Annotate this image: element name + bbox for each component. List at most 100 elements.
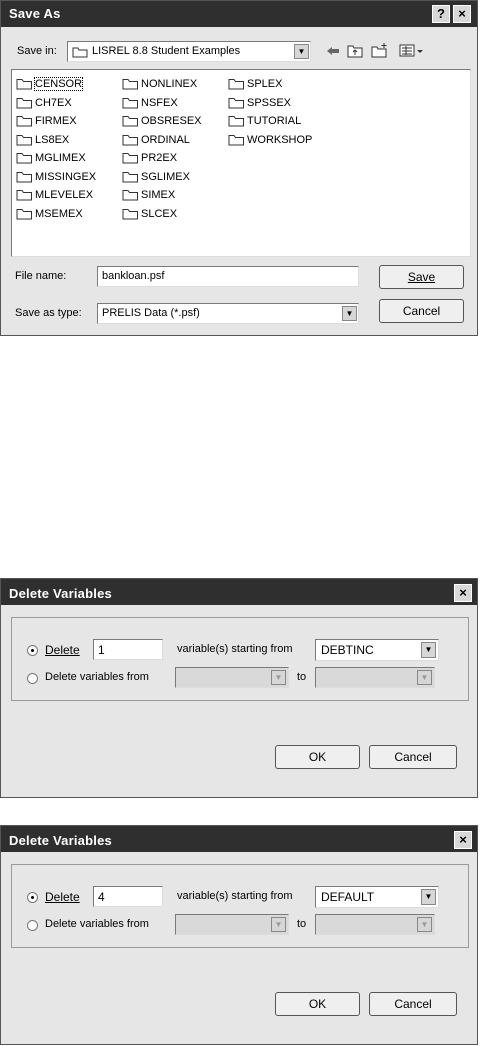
range-to-select[interactable]: ▼ [315,667,435,688]
delete-count-radio[interactable] [27,645,38,656]
range-to-select[interactable]: ▼ [315,914,435,935]
folder-item[interactable]: MISSINGEX [16,169,96,185]
folder-item[interactable]: CENSOR [16,76,84,92]
chevron-down-icon[interactable]: ▼ [271,917,286,932]
title-bar[interactable]: Delete Variables × [1,579,477,605]
chevron-down-icon[interactable]: ▼ [421,889,436,905]
folder-item[interactable]: SPLEX [228,76,282,92]
cancel-button[interactable]: Cancel [369,992,457,1016]
delete-range-radio[interactable] [27,920,38,931]
dialog-title: Delete Variables [9,586,112,601]
to-label: to [297,671,307,683]
folder-item[interactable]: MSEMEX [16,206,83,222]
close-button[interactable]: × [454,831,472,849]
folder-icon [122,79,138,90]
help-button[interactable]: ? [432,5,450,23]
folder-icon [228,116,244,127]
title-bar[interactable]: Delete Variables × [1,826,477,852]
starting-from-label: variable(s) starting from [177,643,293,655]
file-name-value: bankloan.psf [102,270,165,282]
chevron-down-icon[interactable]: ▼ [342,306,357,321]
folder-name: TUTORIAL [247,115,302,127]
save-in-label: Save in: [17,45,57,57]
count-field[interactable]: 4 [93,886,163,907]
file-list[interactable]: CENSOR CH7EX FIRMEX LS8EX MGLIMEX MISSINGEX ML… [11,69,471,257]
folder-name: MSEMEX [35,207,83,220]
starting-variable-select[interactable]: DEFAULT ▼ [315,886,439,908]
chevron-down-icon[interactable]: ▼ [294,44,309,59]
folder-item[interactable]: TUTORIAL [228,113,301,129]
folder-icon [228,134,244,145]
close-button[interactable]: × [454,584,472,602]
folder-item[interactable]: LS8EX [16,132,69,148]
chevron-down-icon[interactable]: ▼ [417,670,432,685]
folder-item[interactable]: NONLINEX [122,76,197,92]
folder-name: PR2EX [141,152,178,164]
count-field[interactable]: 1 [93,639,163,660]
folder-item[interactable]: CH7EX [16,95,72,111]
chevron-down-icon[interactable]: ▼ [421,642,436,658]
folder-icon [16,116,32,127]
save-as-type-label: Save as type: [15,307,82,319]
folder-item[interactable]: PR2EX [122,150,177,166]
chevron-down-icon[interactable]: ▼ [417,917,432,932]
save-in-select[interactable]: LISREL 8.8 Student Examples ▼ [67,41,311,62]
folder-name: OBSRESEX [141,115,202,127]
folder-item[interactable]: MGLIMEX [16,150,86,166]
cancel-button[interactable]: Cancel [379,299,464,323]
folder-name: MLEVELEX [35,189,94,201]
folder-name: CENSOR [33,77,84,91]
folder-name: SPSSEX [247,96,292,109]
dialog-title: Save As [9,6,61,21]
folder-icon [228,79,244,90]
folder-name: CH7EX [35,96,72,109]
folder-icon [122,97,138,108]
folder-item[interactable]: SLCEX [122,206,177,222]
delete-variables-dialog-1: Delete Variables × Delete 1 variable(s) … [0,578,478,798]
dialog-title: Delete Variables [9,833,112,848]
folder-icon [16,97,32,108]
back-icon[interactable] [325,44,341,58]
folder-icon [122,190,138,201]
close-button[interactable]: × [453,5,471,23]
folder-item[interactable]: OBSRESEX [122,113,202,129]
folder-name: SGLIMEX [141,170,190,183]
ok-button[interactable]: OK [275,745,360,769]
folder-icon [16,190,32,201]
delete-label: Delete [45,890,80,904]
folder-item[interactable]: MLEVELEX [16,187,93,203]
folder-item[interactable]: ORDINAL [122,132,190,148]
range-from-select[interactable]: ▼ [175,914,289,935]
starting-variable-select[interactable]: DEBTINC ▼ [315,639,439,661]
save-button[interactable]: Save [379,265,464,289]
folder-item[interactable]: NSFEX [122,95,178,111]
up-folder-icon[interactable] [347,44,363,58]
folder-icon [16,153,32,164]
folder-icon [72,47,88,58]
folder-item[interactable]: WORKSHOP [228,132,312,148]
new-folder-icon[interactable] [371,42,389,58]
cancel-button[interactable]: Cancel [369,745,457,769]
folder-name: FIRMEX [35,115,77,127]
save-as-type-select[interactable]: PRELIS Data (*.psf) ▼ [97,303,359,324]
delete-range-label: Delete variables from [45,671,149,683]
folder-item[interactable]: SIMEX [122,187,175,203]
title-bar[interactable]: Save As ? × [1,1,477,27]
ok-button[interactable]: OK [275,992,360,1016]
view-menu-icon[interactable] [399,44,425,58]
delete-count-radio[interactable] [27,892,38,903]
folder-icon [16,171,32,182]
folder-icon [122,134,138,145]
range-from-select[interactable]: ▼ [175,667,289,688]
chevron-down-icon[interactable]: ▼ [271,670,286,685]
delete-range-radio[interactable] [27,673,38,684]
folder-item[interactable]: SPSSEX [228,95,291,111]
starting-from-label: variable(s) starting from [177,890,293,902]
file-name-field[interactable]: bankloan.psf [97,266,359,287]
folder-icon [16,208,32,219]
delete-range-label: Delete variables from [45,918,149,930]
folder-item[interactable]: FIRMEX [16,113,77,129]
folder-item[interactable]: SGLIMEX [122,169,190,185]
folder-icon [122,116,138,127]
delete-variables-dialog-2: Delete Variables × Delete 4 variable(s) … [0,825,478,1045]
